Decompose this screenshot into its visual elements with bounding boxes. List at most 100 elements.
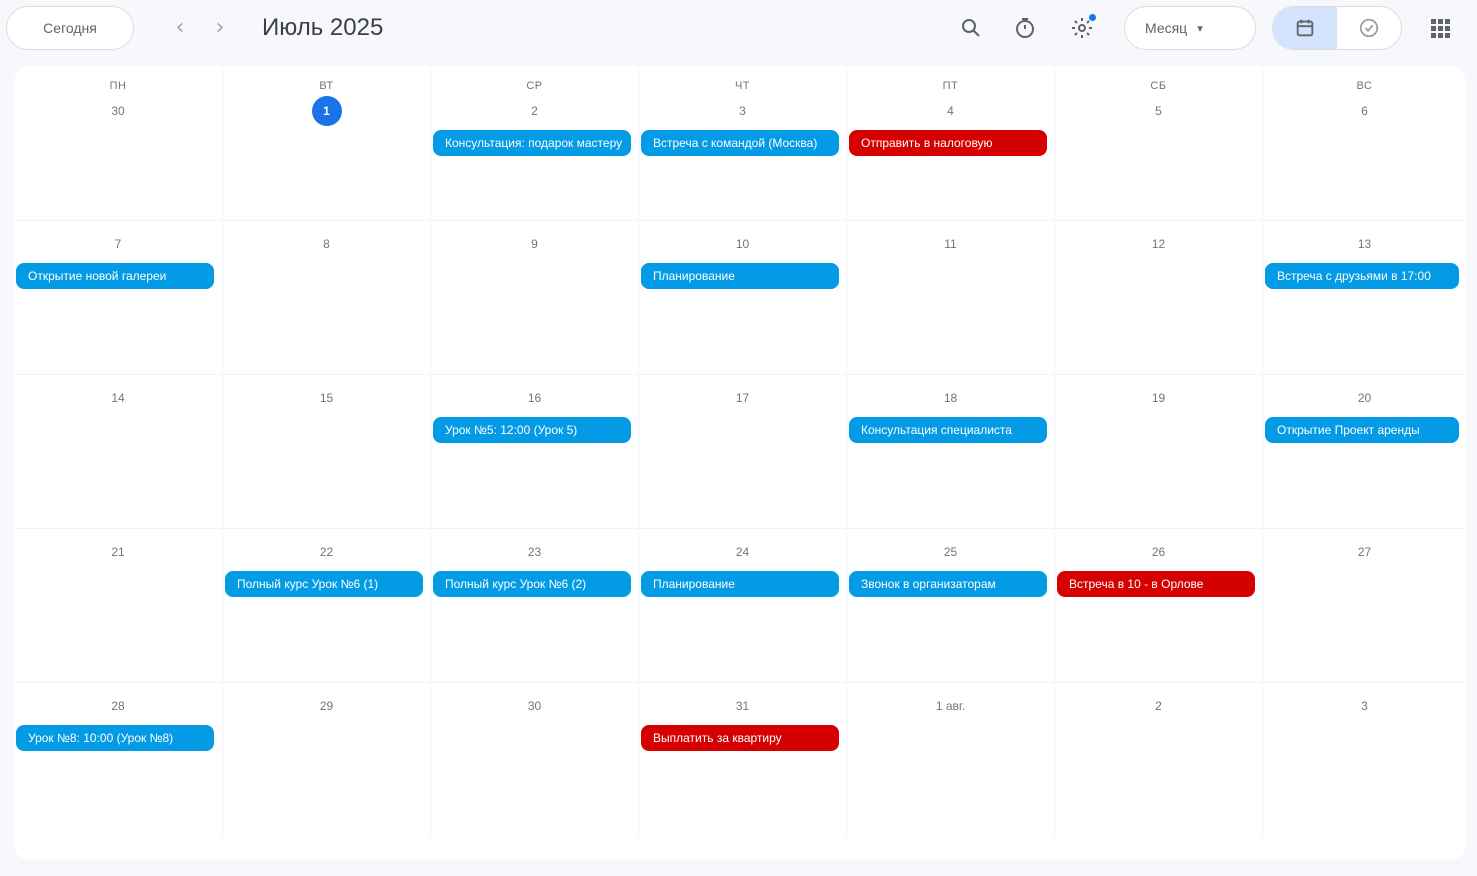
- date-number[interactable]: 20: [1350, 383, 1380, 413]
- day-cell[interactable]: 25 Звонок в организаторам: [846, 529, 1054, 683]
- day-cell[interactable]: 12: [1054, 221, 1262, 375]
- event-chip[interactable]: Встреча с командой (Москва): [641, 130, 839, 156]
- date-number[interactable]: 11: [936, 229, 966, 259]
- date-number[interactable]: 18: [936, 383, 966, 413]
- view-select[interactable]: Месяц ▾: [1124, 6, 1256, 50]
- date-number[interactable]: 3: [728, 96, 758, 126]
- day-cell[interactable]: 10 Планирование: [638, 221, 846, 375]
- date-number[interactable]: 17: [728, 383, 758, 413]
- day-cell[interactable]: 3: [1262, 683, 1466, 837]
- day-cell[interactable]: 21: [14, 529, 222, 683]
- day-cell[interactable]: 26 Встреча в 10 - в Орлове: [1054, 529, 1262, 683]
- calendar-view-toggle[interactable]: [1273, 7, 1337, 49]
- date-number[interactable]: 30: [103, 96, 133, 126]
- month-title: Июль 2025: [262, 14, 384, 41]
- event-chip[interactable]: Планирование: [641, 571, 839, 597]
- day-cell[interactable]: 28 Урок №8: 10:00 (Урок №8): [14, 683, 222, 837]
- day-cell[interactable]: 29: [222, 683, 430, 837]
- day-cell[interactable]: 8: [222, 221, 430, 375]
- date-number[interactable]: 16: [520, 383, 550, 413]
- day-cell[interactable]: СБ 5: [1054, 66, 1262, 220]
- date-number[interactable]: 24: [728, 537, 758, 567]
- date-number[interactable]: 2: [1144, 691, 1174, 721]
- date-number[interactable]: 6: [1350, 96, 1380, 126]
- day-cell[interactable]: 7 Открытие новой галереи: [14, 221, 222, 375]
- day-cell[interactable]: 22 Полный курс Урок №6 (1): [222, 529, 430, 683]
- date-number[interactable]: 22: [312, 537, 342, 567]
- date-number[interactable]: 9: [520, 229, 550, 259]
- event-chip[interactable]: Консультация: подарок мастеру: [433, 130, 631, 156]
- event-chip[interactable]: Выплатить за квартиру: [641, 725, 839, 751]
- day-cell[interactable]: ПТ 4 Отправить в налоговую: [846, 66, 1054, 220]
- day-cell[interactable]: 1 авг.: [846, 683, 1054, 837]
- date-number[interactable]: 7: [103, 229, 133, 259]
- event-chip[interactable]: Планирование: [641, 263, 839, 289]
- today-date-number[interactable]: 1: [311, 96, 342, 126]
- timer-button[interactable]: [1007, 10, 1043, 46]
- date-number[interactable]: 14: [103, 383, 133, 413]
- today-button[interactable]: Сегодня: [6, 6, 134, 50]
- day-cell[interactable]: ВС 6: [1262, 66, 1466, 220]
- day-cell[interactable]: 18 Консультация специалиста: [846, 375, 1054, 529]
- day-cell[interactable]: 19: [1054, 375, 1262, 529]
- date-number[interactable]: 8: [312, 229, 342, 259]
- date-number[interactable]: 21: [103, 537, 133, 567]
- date-number[interactable]: 19: [1144, 383, 1174, 413]
- day-cell[interactable]: 27: [1262, 529, 1466, 683]
- day-cell[interactable]: 30: [430, 683, 638, 837]
- day-cell[interactable]: ВТ 1: [222, 66, 430, 220]
- next-month-button[interactable]: ›: [204, 12, 236, 44]
- date-number[interactable]: 3: [1350, 691, 1380, 721]
- event-chip[interactable]: Звонок в организаторам: [849, 571, 1047, 597]
- date-number[interactable]: 27: [1350, 537, 1380, 567]
- day-cell[interactable]: 16 Урок №5: 12:00 (Урок 5): [430, 375, 638, 529]
- date-number[interactable]: 29: [312, 691, 342, 721]
- event-chip[interactable]: Консультация специалиста: [849, 417, 1047, 443]
- day-cell[interactable]: ПН 30: [14, 66, 222, 220]
- day-cell[interactable]: 9: [430, 221, 638, 375]
- date-number[interactable]: 25: [936, 537, 966, 567]
- date-number[interactable]: 23: [520, 537, 550, 567]
- day-cell[interactable]: СР 2 Консультация: подарок мастеру: [430, 66, 638, 220]
- event-chip[interactable]: Открытие новой галереи: [16, 263, 214, 289]
- day-cell[interactable]: 11: [846, 221, 1054, 375]
- day-cell[interactable]: ЧТ 3 Встреча с командой (Москва): [638, 66, 846, 220]
- event-chip[interactable]: Отправить в налоговую: [849, 130, 1047, 156]
- day-cell[interactable]: 24 Планирование: [638, 529, 846, 683]
- event-chip[interactable]: Урок №8: 10:00 (Урок №8): [16, 725, 214, 751]
- settings-button[interactable]: [1064, 10, 1100, 46]
- day-cell[interactable]: 15: [222, 375, 430, 529]
- day-cell[interactable]: 14: [14, 375, 222, 529]
- event-chip[interactable]: Урок №5: 12:00 (Урок 5): [433, 417, 631, 443]
- date-number[interactable]: 28: [103, 691, 133, 721]
- day-cell[interactable]: 17: [638, 375, 846, 529]
- event-chip[interactable]: Полный курс Урок №6 (1): [225, 571, 423, 597]
- week-row: 28 Урок №8: 10:00 (Урок №8) 29 30 31 Выплатит…: [14, 682, 1466, 837]
- event-chip[interactable]: Встреча с друзьями в 17:00: [1265, 263, 1459, 289]
- date-number[interactable]: 12: [1144, 229, 1174, 259]
- date-number[interactable]: 26: [1144, 537, 1174, 567]
- day-cell[interactable]: 13 Встреча с друзьями в 17:00: [1262, 221, 1466, 375]
- day-cell[interactable]: 31 Выплатить за квартиру: [638, 683, 846, 837]
- tasks-view-toggle[interactable]: [1337, 7, 1401, 49]
- search-button[interactable]: [953, 10, 989, 46]
- date-number[interactable]: 2: [520, 96, 550, 126]
- date-number[interactable]: 5: [1144, 96, 1174, 126]
- event-chip[interactable]: Встреча в 10 - в Орлове: [1057, 571, 1255, 597]
- date-number[interactable]: 1 авг.: [936, 691, 966, 721]
- month-grid: ПН 30 ВТ 1 СР 2 Консультация: подарок мастеру Ч…: [14, 66, 1466, 860]
- day-cell[interactable]: 2: [1054, 683, 1262, 837]
- day-cell[interactable]: 23 Полный курс Урок №6 (2): [430, 529, 638, 683]
- day-cell[interactable]: 20 Открытие Проект аренды: [1262, 375, 1466, 529]
- date-number[interactable]: 13: [1350, 229, 1380, 259]
- date-number[interactable]: 4: [936, 96, 966, 126]
- apps-button[interactable]: [1422, 10, 1458, 46]
- timer-icon: [1016, 18, 1034, 38]
- date-number[interactable]: 30: [520, 691, 550, 721]
- event-chip[interactable]: Открытие Проект аренды: [1265, 417, 1459, 443]
- event-chip[interactable]: Полный курс Урок №6 (2): [433, 571, 631, 597]
- prev-month-button[interactable]: ‹: [164, 12, 196, 44]
- date-number[interactable]: 31: [728, 691, 758, 721]
- date-number[interactable]: 10: [728, 229, 758, 259]
- date-number[interactable]: 15: [312, 383, 342, 413]
